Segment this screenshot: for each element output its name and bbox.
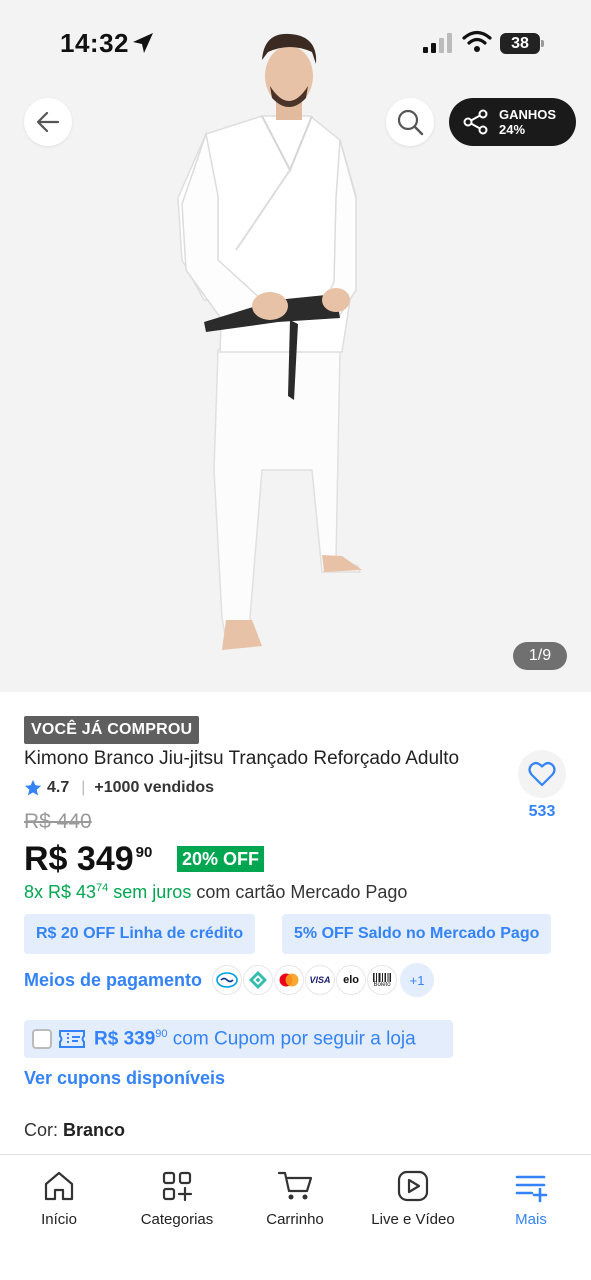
mastercard-icon: [274, 965, 305, 995]
location-arrow-icon: [133, 33, 153, 53]
nav-cart[interactable]: Carrinho: [236, 1169, 354, 1228]
nav-categories[interactable]: Categorias: [118, 1169, 236, 1228]
installments-text: 8x R$ 4374 sem juros com cartão Mercado …: [24, 882, 407, 903]
rating-value: 4.7: [47, 779, 70, 796]
installments-no-interest: sem juros: [108, 882, 192, 902]
visa-label: VISA: [309, 975, 331, 985]
coupon-price: R$ 339: [94, 1028, 156, 1050]
battery-level: 38: [511, 35, 529, 52]
search-button[interactable]: [386, 98, 434, 146]
boleto-label: Boleto: [373, 981, 391, 988]
view-coupons-link[interactable]: Ver cupons disponíveis: [24, 1068, 225, 1089]
menu-plus-icon: [515, 1175, 548, 1203]
color-label: Cor:: [24, 1120, 64, 1140]
rating-separator: |: [81, 779, 86, 796]
categories-icon: [162, 1171, 193, 1202]
share-label-line1: GANHOS: [499, 107, 557, 122]
nav-cart-label: Carrinho: [266, 1211, 324, 1228]
battery-cap: [541, 40, 544, 47]
nav-home-label: Início: [41, 1211, 77, 1228]
current-price: R$ 349 90: [24, 838, 152, 880]
discount-badge: 20% OFF: [177, 846, 265, 872]
video-icon: [397, 1170, 429, 1202]
share-earnings-label: GANHOS 24%: [499, 107, 556, 137]
cart-icon: [277, 1171, 313, 1200]
nav-live-video-label: Live e Vídeo: [371, 1211, 455, 1228]
search-icon: [397, 109, 424, 136]
nav-categories-label: Categorias: [140, 1211, 214, 1228]
promo-chip-mercado-pago-balance[interactable]: 5% OFF Saldo no Mercado Pago: [282, 914, 552, 954]
more-payment-methods[interactable]: +1: [400, 963, 435, 997]
price-main: R$ 349: [24, 840, 134, 878]
mercado-pago-icon: [212, 965, 243, 995]
visa-icon: VISA: [305, 965, 336, 995]
signal-icon: [423, 33, 452, 53]
color-selector: Cor: Branco: [24, 1120, 125, 1141]
elo-icon: elo: [336, 965, 367, 995]
installments-prefix: 8x R$ 43: [24, 882, 97, 902]
coupon-ticket-icon: [59, 1030, 85, 1048]
share-earnings-button[interactable]: GANHOS 24%: [449, 98, 576, 146]
battery-icon: 38: [500, 33, 540, 54]
price-cents: 90: [135, 844, 153, 861]
promo-chip-credit-line[interactable]: R$ 20 OFF Linha de crédito: [24, 914, 256, 954]
installments-suffix: com cartão Mercado Pago: [191, 882, 408, 902]
nav-home[interactable]: Início: [0, 1169, 118, 1228]
favorites-count: 533: [528, 803, 556, 820]
boleto-icon: Boleto: [367, 965, 398, 995]
heart-icon: [528, 762, 556, 787]
image-pager: 1/9: [513, 642, 567, 670]
nav-more[interactable]: Mais: [472, 1169, 590, 1228]
favorite-button[interactable]: [518, 750, 566, 798]
coupon-description: com Cupom por seguir a loja: [167, 1028, 416, 1050]
coupon-checkbox[interactable]: [32, 1029, 52, 1049]
coupon-cents: 90: [155, 1027, 168, 1040]
elo-label: elo: [343, 974, 359, 986]
share-label-line2: 24%: [499, 122, 526, 137]
nav-more-label: Mais: [515, 1211, 547, 1228]
nav-live-video[interactable]: Live e Vídeo: [354, 1169, 472, 1228]
product-image-gallery[interactable]: GANHOS 24% 1/9: [0, 0, 591, 692]
color-value: Branco: [63, 1120, 126, 1140]
coupon-text: R$ 33990 com Cupom por seguir a loja: [94, 1028, 416, 1050]
status-time: 14:32: [60, 28, 129, 58]
star-icon: [24, 779, 42, 796]
payment-methods-row[interactable]: Meios de pagamento VISA elo Boleto +1: [24, 962, 435, 998]
installments-cents: 74: [96, 882, 109, 894]
wifi-icon: [462, 30, 492, 52]
arrow-left-icon: [36, 111, 60, 133]
share-icon: [463, 109, 488, 135]
home-icon: [44, 1171, 74, 1201]
status-bar: 14:32 38: [0, 0, 591, 90]
purchased-badge: VOCÊ JÁ COMPROU: [24, 716, 200, 744]
bottom-navigation: Início Categorias Carrinho Live e Vídeo …: [0, 1154, 591, 1280]
product-title: Kimono Branco Jiu-jitsu Trançado Reforça…: [24, 748, 460, 769]
rating-row[interactable]: 4.7 | +1000 vendidos: [24, 779, 214, 797]
payment-methods-link[interactable]: Meios de pagamento: [24, 970, 202, 991]
old-price: R$ 440: [24, 810, 92, 833]
follow-store-coupon[interactable]: R$ 33990 com Cupom por seguir a loja: [24, 1020, 453, 1058]
back-button[interactable]: [24, 98, 72, 146]
sold-count: +1000 vendidos: [94, 779, 215, 796]
pix-icon: [243, 965, 274, 995]
